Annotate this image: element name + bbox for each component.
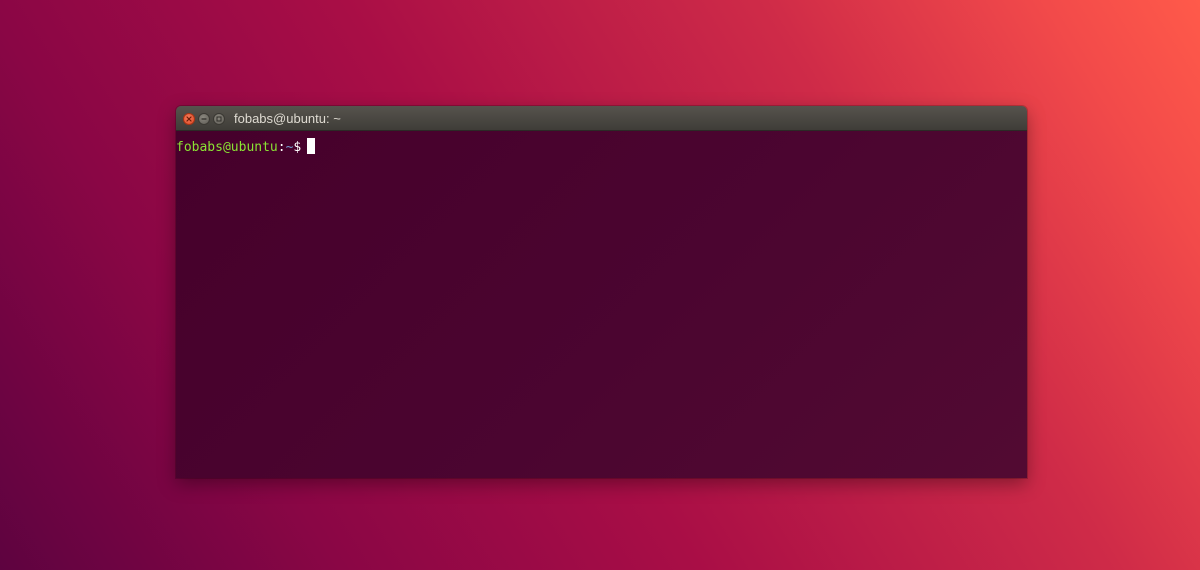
terminal-window[interactable]: fobabs@ubuntu: ~ fobabs@ubuntu:~$ (176, 106, 1027, 478)
close-icon (186, 116, 192, 122)
window-title: fobabs@ubuntu: ~ (234, 111, 341, 126)
close-button[interactable] (183, 113, 195, 125)
prompt-user-host: fobabs@ubuntu (176, 140, 278, 155)
window-titlebar[interactable]: fobabs@ubuntu: ~ (176, 106, 1027, 131)
maximize-button[interactable] (213, 113, 225, 125)
prompt-symbol: $ (293, 140, 302, 155)
text-cursor (307, 138, 316, 154)
minimize-button[interactable] (198, 113, 210, 125)
terminal-output-area[interactable]: fobabs@ubuntu:~$ (176, 131, 1027, 478)
maximize-icon (216, 116, 222, 122)
prompt-separator: : (277, 140, 286, 155)
minimize-icon (201, 118, 207, 120)
prompt-line: fobabs@ubuntu:~$ (176, 138, 316, 156)
